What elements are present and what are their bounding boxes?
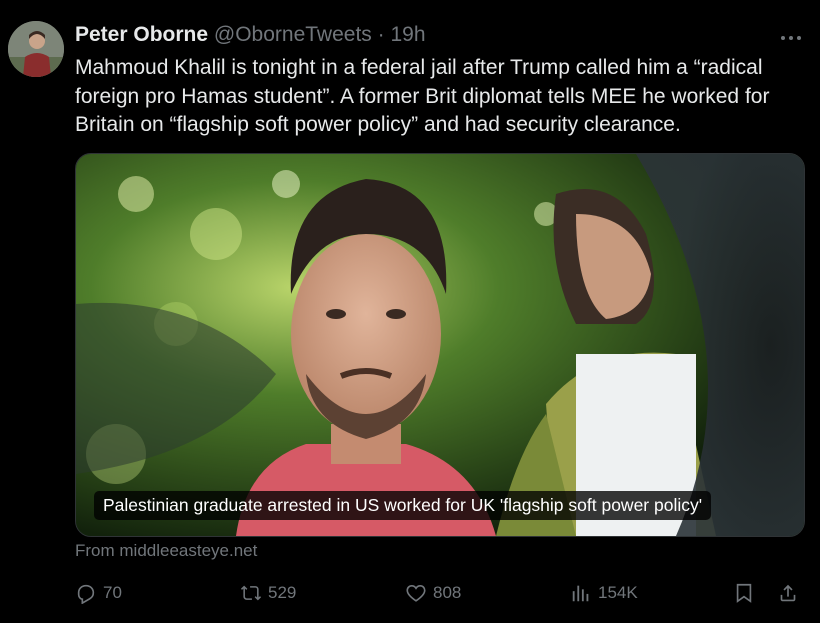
separator-dot: · [377,23,385,46]
more-icon[interactable] [780,26,802,49]
author-name[interactable]: Peter Oborne [75,23,208,46]
avatar[interactable] [8,21,64,77]
repost-count: 529 [268,583,297,602]
like-button[interactable]: 808 [405,582,461,604]
repost-button[interactable]: 529 [240,582,296,604]
avatar-image [8,21,64,77]
like-icon [406,585,426,602]
tweet-time[interactable]: 19h [390,23,425,46]
media-caption: Palestinian graduate arrested in US work… [94,491,712,520]
views-count: 154K [598,583,638,602]
views-icon [572,585,589,602]
views-button[interactable]: 154K [570,582,638,604]
bookmark-button[interactable] [733,582,761,604]
author-handle[interactable]: @OborneTweets [214,23,372,46]
share-button[interactable] [777,582,805,604]
reply-icon [77,584,95,604]
share-icon [780,584,796,602]
tweet-text: Mahmoud Khalil is tonight in a federal j… [75,56,770,136]
like-count: 808 [433,583,462,602]
news-photo [76,154,804,536]
action-bar: 70 529 808 154K [75,582,803,610]
bookmark-icon [736,583,752,603]
tweet-header: Peter Oborne @OborneTweets · 19h [75,22,426,48]
media-card[interactable]: Palestinian graduate arrested in US work… [75,153,805,537]
reply-button[interactable]: 70 [75,582,122,604]
link-source[interactable]: From middleeasteye.net [75,541,257,561]
repost-icon [240,585,262,601]
reply-count: 70 [103,583,122,602]
